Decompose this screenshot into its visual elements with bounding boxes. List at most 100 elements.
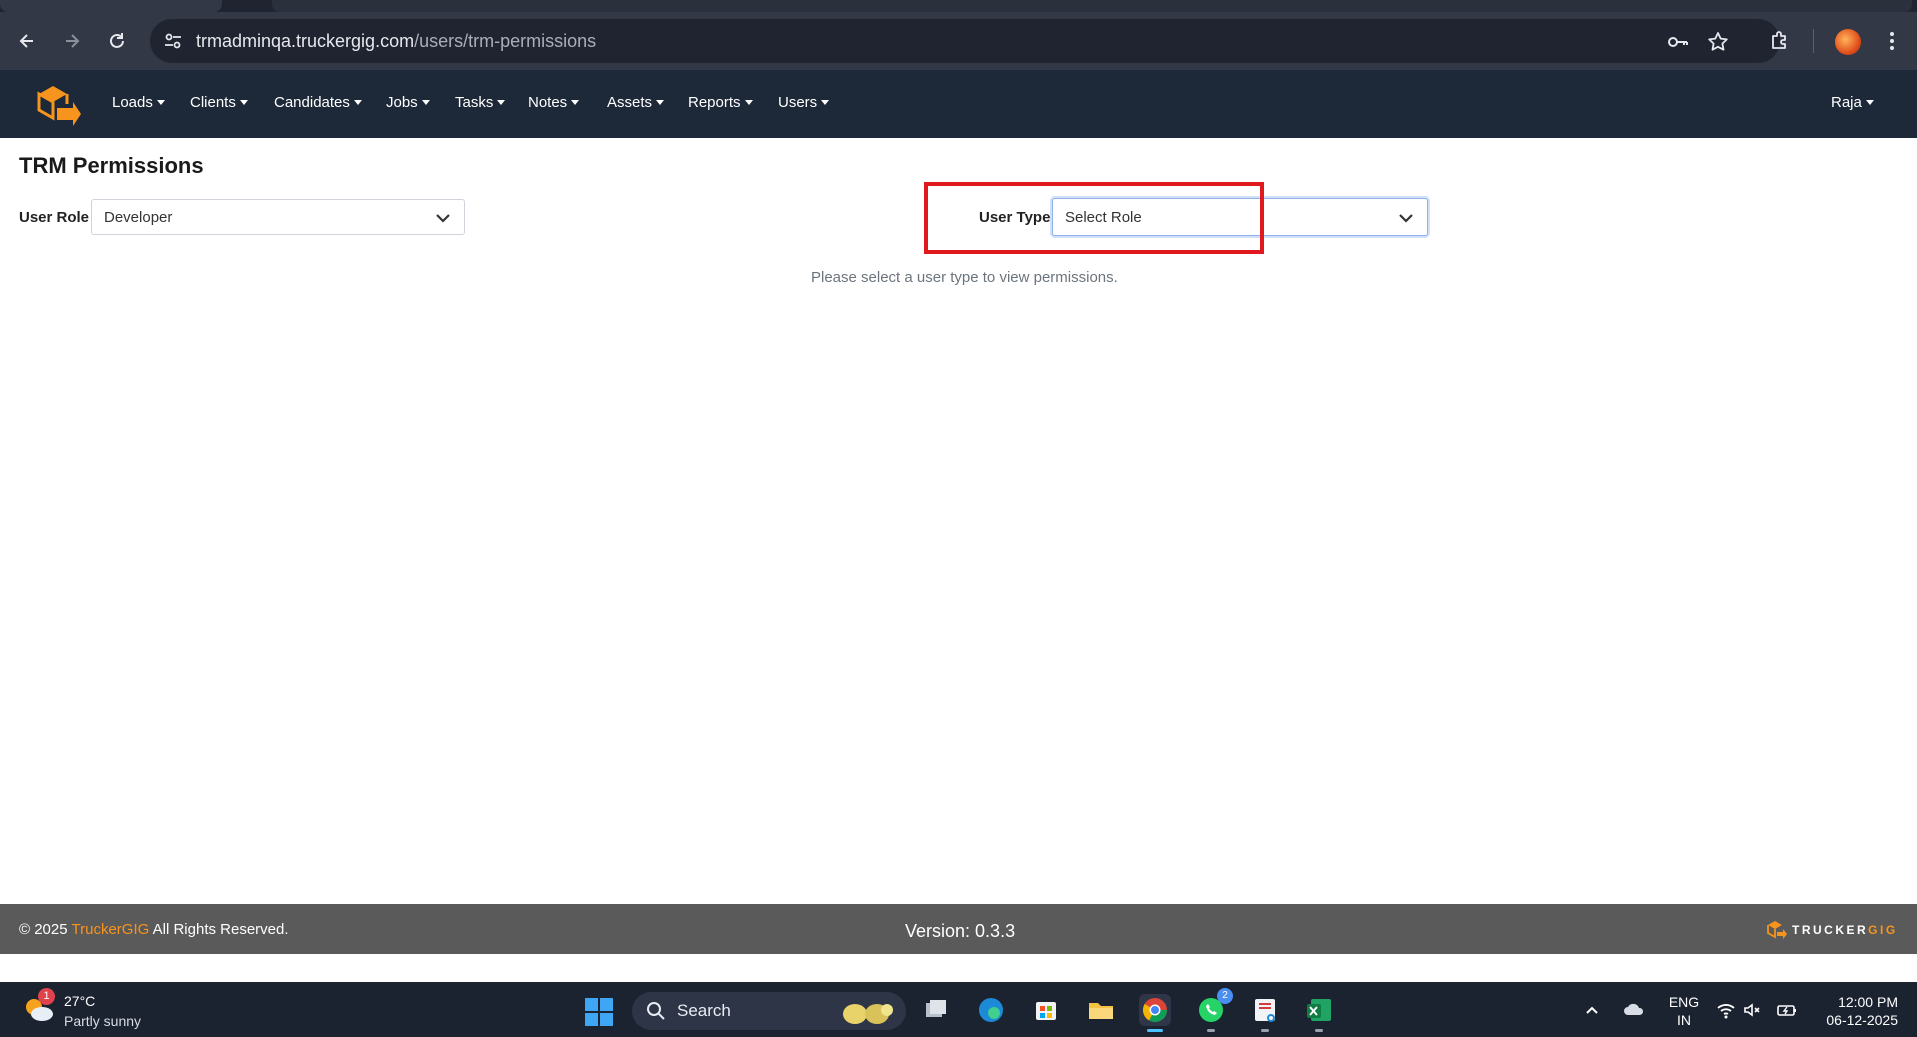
- browser-toolbar: trmadminqa.truckergig.com/users/trm-perm…: [0, 12, 1917, 70]
- footer-logo-text: TRUCKERGIG: [1792, 923, 1898, 937]
- running-indicator: [1147, 1029, 1163, 1032]
- brand-link[interactable]: TruckerGIG: [72, 921, 150, 938]
- footer-logo: TRUCKERGIG: [1766, 920, 1902, 940]
- user-role-select[interactable]: Developer: [91, 199, 465, 235]
- nav-tasks[interactable]: Tasks: [455, 94, 506, 111]
- system-clock[interactable]: 12:00 PM 06-12-2025: [1812, 993, 1898, 1029]
- browser-tab-active[interactable]: [272, 0, 1912, 12]
- caret-down-icon: [821, 99, 830, 105]
- caret-down-icon: [744, 99, 753, 105]
- caret-down-icon: [421, 99, 430, 105]
- forward-arrow-icon[interactable]: [60, 29, 84, 53]
- page-title: TRM Permissions: [19, 153, 204, 178]
- wifi-icon[interactable]: [1716, 1000, 1736, 1020]
- caret-down-icon: [571, 99, 580, 105]
- app-navbar: Loads Clients Candidates Jobs Tasks Note…: [0, 70, 1917, 138]
- chevron-down-icon: [1399, 214, 1413, 223]
- nav-loads-label: Loads: [112, 94, 153, 111]
- chevron-down-icon: [436, 214, 450, 223]
- nav-clients[interactable]: Clients: [190, 94, 248, 111]
- empty-state-hint: Please select a user type to view permis…: [811, 269, 1118, 286]
- taskbar-chrome[interactable]: [1139, 994, 1171, 1032]
- running-indicator: [1261, 1029, 1269, 1032]
- taskbar-search[interactable]: Search: [632, 992, 906, 1030]
- battery-charging-icon[interactable]: [1776, 1000, 1796, 1020]
- weather-temp[interactable]: 27°C: [64, 993, 95, 1009]
- nav-assets[interactable]: Assets: [607, 94, 665, 111]
- toolbar-divider: [1813, 29, 1814, 53]
- truckergig-logo-icon: [1767, 921, 1787, 939]
- lang-line2: IN: [1677, 1012, 1691, 1028]
- nav-notes[interactable]: Notes: [528, 94, 580, 111]
- password-key-icon[interactable]: [1666, 30, 1690, 54]
- taskbar-file-explorer[interactable]: [1085, 994, 1117, 1026]
- volume-muted-icon[interactable]: [1742, 1000, 1762, 1020]
- nav-candidates-label: Candidates: [274, 94, 350, 111]
- logo-text-gig: GIG: [1868, 923, 1898, 937]
- running-indicator: [1315, 1029, 1323, 1032]
- back-arrow-icon[interactable]: [15, 29, 39, 53]
- taskbar-whatsapp[interactable]: 2: [1195, 988, 1233, 1032]
- running-indicator: [1207, 1029, 1215, 1032]
- user-name: Raja: [1831, 94, 1862, 111]
- address-bar[interactable]: trmadminqa.truckergig.com/users/trm-perm…: [150, 19, 1780, 63]
- search-icon: [647, 1002, 665, 1020]
- tray-overflow-chevron-icon[interactable]: [1582, 1000, 1602, 1020]
- site-info-icon[interactable]: [162, 30, 184, 52]
- user-role-value: Developer: [104, 209, 173, 226]
- caret-down-icon: [353, 99, 362, 105]
- browser-tab[interactable]: [0, 0, 222, 12]
- copyright-suffix: All Rights Reserved.: [152, 921, 289, 938]
- taskbar-store[interactable]: [1030, 994, 1062, 1026]
- caret-down-icon: [239, 99, 248, 105]
- taskbar-excel[interactable]: [1303, 994, 1335, 1032]
- taskbar-edge[interactable]: [975, 994, 1007, 1026]
- clock-time: 12:00 PM: [1838, 994, 1898, 1010]
- url-text[interactable]: trmadminqa.truckergig.com/users/trm-perm…: [196, 31, 596, 52]
- onedrive-cloud-icon[interactable]: [1622, 1000, 1646, 1020]
- caret-down-icon: [656, 99, 665, 105]
- whatsapp-badge: 2: [1217, 988, 1233, 1004]
- caret-down-icon: [497, 99, 506, 105]
- search-highlight-pear-icon: [843, 1004, 893, 1024]
- browser-tabstrip: [0, 0, 1917, 12]
- search-label: Search: [677, 1001, 731, 1020]
- nav-assets-label: Assets: [607, 94, 653, 111]
- page-bottom-spacer: [0, 954, 1917, 982]
- nav-tasks-label: Tasks: [455, 94, 494, 111]
- user-role-label: User Role :: [19, 209, 99, 226]
- nav-loads[interactable]: Loads: [112, 94, 165, 111]
- nav-notes-label: Notes: [528, 94, 568, 111]
- nav-clients-label: Clients: [190, 94, 236, 111]
- copyright-text: © 2025 TruckerGIG All Rights Reserved.: [19, 921, 289, 938]
- logo-text-trucker: TRUCKER: [1792, 923, 1869, 937]
- weather-desc[interactable]: Partly sunny: [64, 1013, 141, 1029]
- nav-reports-label: Reports: [688, 94, 741, 111]
- bookmark-star-icon[interactable]: [1706, 30, 1730, 54]
- url-host: trmadminqa.truckergig.com: [196, 31, 415, 51]
- taskbar-snipping-tool[interactable]: [1249, 994, 1281, 1032]
- user-menu[interactable]: Raja: [1831, 94, 1874, 111]
- clock-date: 06-12-2025: [1826, 1012, 1898, 1028]
- caret-down-icon: [1865, 99, 1874, 105]
- nav-jobs[interactable]: Jobs: [386, 94, 430, 111]
- reload-icon[interactable]: [105, 29, 129, 53]
- nav-users-label: Users: [778, 94, 818, 111]
- nav-users[interactable]: Users: [778, 94, 830, 111]
- page-footer: © 2025 TruckerGIG All Rights Reserved. V…: [0, 904, 1917, 954]
- windows-start-icon[interactable]: [584, 997, 614, 1027]
- input-language[interactable]: ENG IN: [1666, 993, 1702, 1029]
- nav-reports[interactable]: Reports: [688, 94, 753, 111]
- nav-jobs-label: Jobs: [386, 94, 418, 111]
- extensions-icon[interactable]: [1768, 29, 1792, 53]
- url-path: /users/trm-permissions: [414, 31, 597, 51]
- menu-dots-icon[interactable]: [1880, 29, 1904, 53]
- taskbar-task-view[interactable]: [920, 994, 952, 1026]
- nav-candidates[interactable]: Candidates: [274, 94, 362, 111]
- copyright-prefix: © 2025: [19, 921, 68, 938]
- windows-taskbar: 1 27°C Partly sunny Search 2 ENG IN 12:0…: [0, 982, 1917, 1037]
- lang-line1: ENG: [1668, 994, 1700, 1010]
- version-text: Version: 0.3.3: [905, 921, 1016, 941]
- profile-avatar[interactable]: [1835, 29, 1861, 55]
- truckergig-logo[interactable]: [33, 82, 83, 126]
